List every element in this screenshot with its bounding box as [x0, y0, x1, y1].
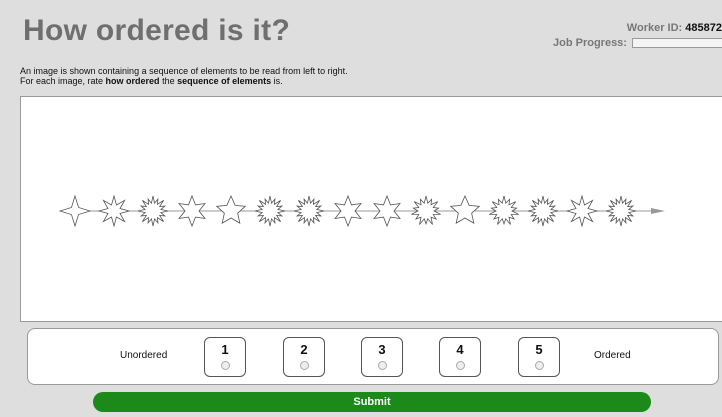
rating-option-2[interactable]: 2: [283, 337, 325, 377]
job-progress-bar: [632, 38, 722, 49]
radio-button[interactable]: [455, 361, 465, 370]
star-burst-icon: [137, 195, 169, 227]
rating-panel: Unordered 1 2 3 4 5 Ordered: [27, 328, 719, 385]
star-burst-icon: [411, 195, 441, 226]
radio-button[interactable]: [299, 361, 309, 370]
radio-button[interactable]: [377, 361, 387, 370]
job-progress: Job Progress:: [553, 37, 722, 49]
star-8-point-icon: [97, 194, 131, 228]
sequence-image: [20, 96, 722, 322]
rating-option-number: 3: [378, 342, 386, 357]
worker-id: Worker ID: 485872: [627, 22, 722, 34]
star-5-point-icon: [449, 195, 481, 224]
rating-option-3[interactable]: 3: [361, 337, 403, 377]
page-title: How ordered is it?: [23, 14, 291, 47]
instructions-emphasis: how ordered: [105, 76, 160, 86]
scale-label-ordered: Ordered: [594, 350, 631, 361]
star-8-point-icon: [565, 194, 599, 228]
instructions-line-2: For each image, rate how ordered the seq…: [20, 76, 348, 86]
rating-option-4[interactable]: 4: [439, 337, 481, 377]
instructions-text: For each image, rate: [20, 76, 106, 86]
star-burst-icon: [605, 195, 637, 227]
star-4-point-icon: [58, 194, 92, 228]
rating-option-number: 1: [221, 342, 229, 357]
worker-id-value: 485872: [685, 22, 722, 34]
arrow-right-icon: [651, 208, 665, 214]
star-burst-icon: [527, 195, 559, 227]
star-burst-icon: [489, 195, 519, 226]
rating-option-1[interactable]: 1: [204, 337, 246, 377]
submit-button[interactable]: Submit: [93, 392, 651, 412]
radio-button[interactable]: [220, 361, 230, 370]
radio-button[interactable]: [534, 361, 544, 370]
scale-label-unordered: Unordered: [120, 350, 168, 361]
sequence-image-canvas: [58, 194, 665, 228]
worker-id-label: Worker ID:: [626, 22, 683, 34]
rating-option-5[interactable]: 5: [518, 337, 560, 377]
rating-option-number: 5: [535, 342, 543, 357]
star-5-point-icon: [215, 195, 247, 224]
instructions-text: is.: [271, 76, 283, 86]
star-burst-icon: [293, 195, 325, 227]
star-burst-icon: [254, 195, 286, 227]
rating-option-number: 4: [456, 342, 464, 357]
instructions-text: the: [159, 76, 178, 86]
job-progress-label: Job Progress:: [553, 37, 627, 49]
instructions-line-1: An image is shown containing a sequence …: [20, 66, 348, 76]
instructions: An image is shown containing a sequence …: [20, 66, 348, 86]
rating-option-number: 2: [300, 342, 308, 357]
instructions-emphasis: sequence of elements: [177, 76, 272, 86]
